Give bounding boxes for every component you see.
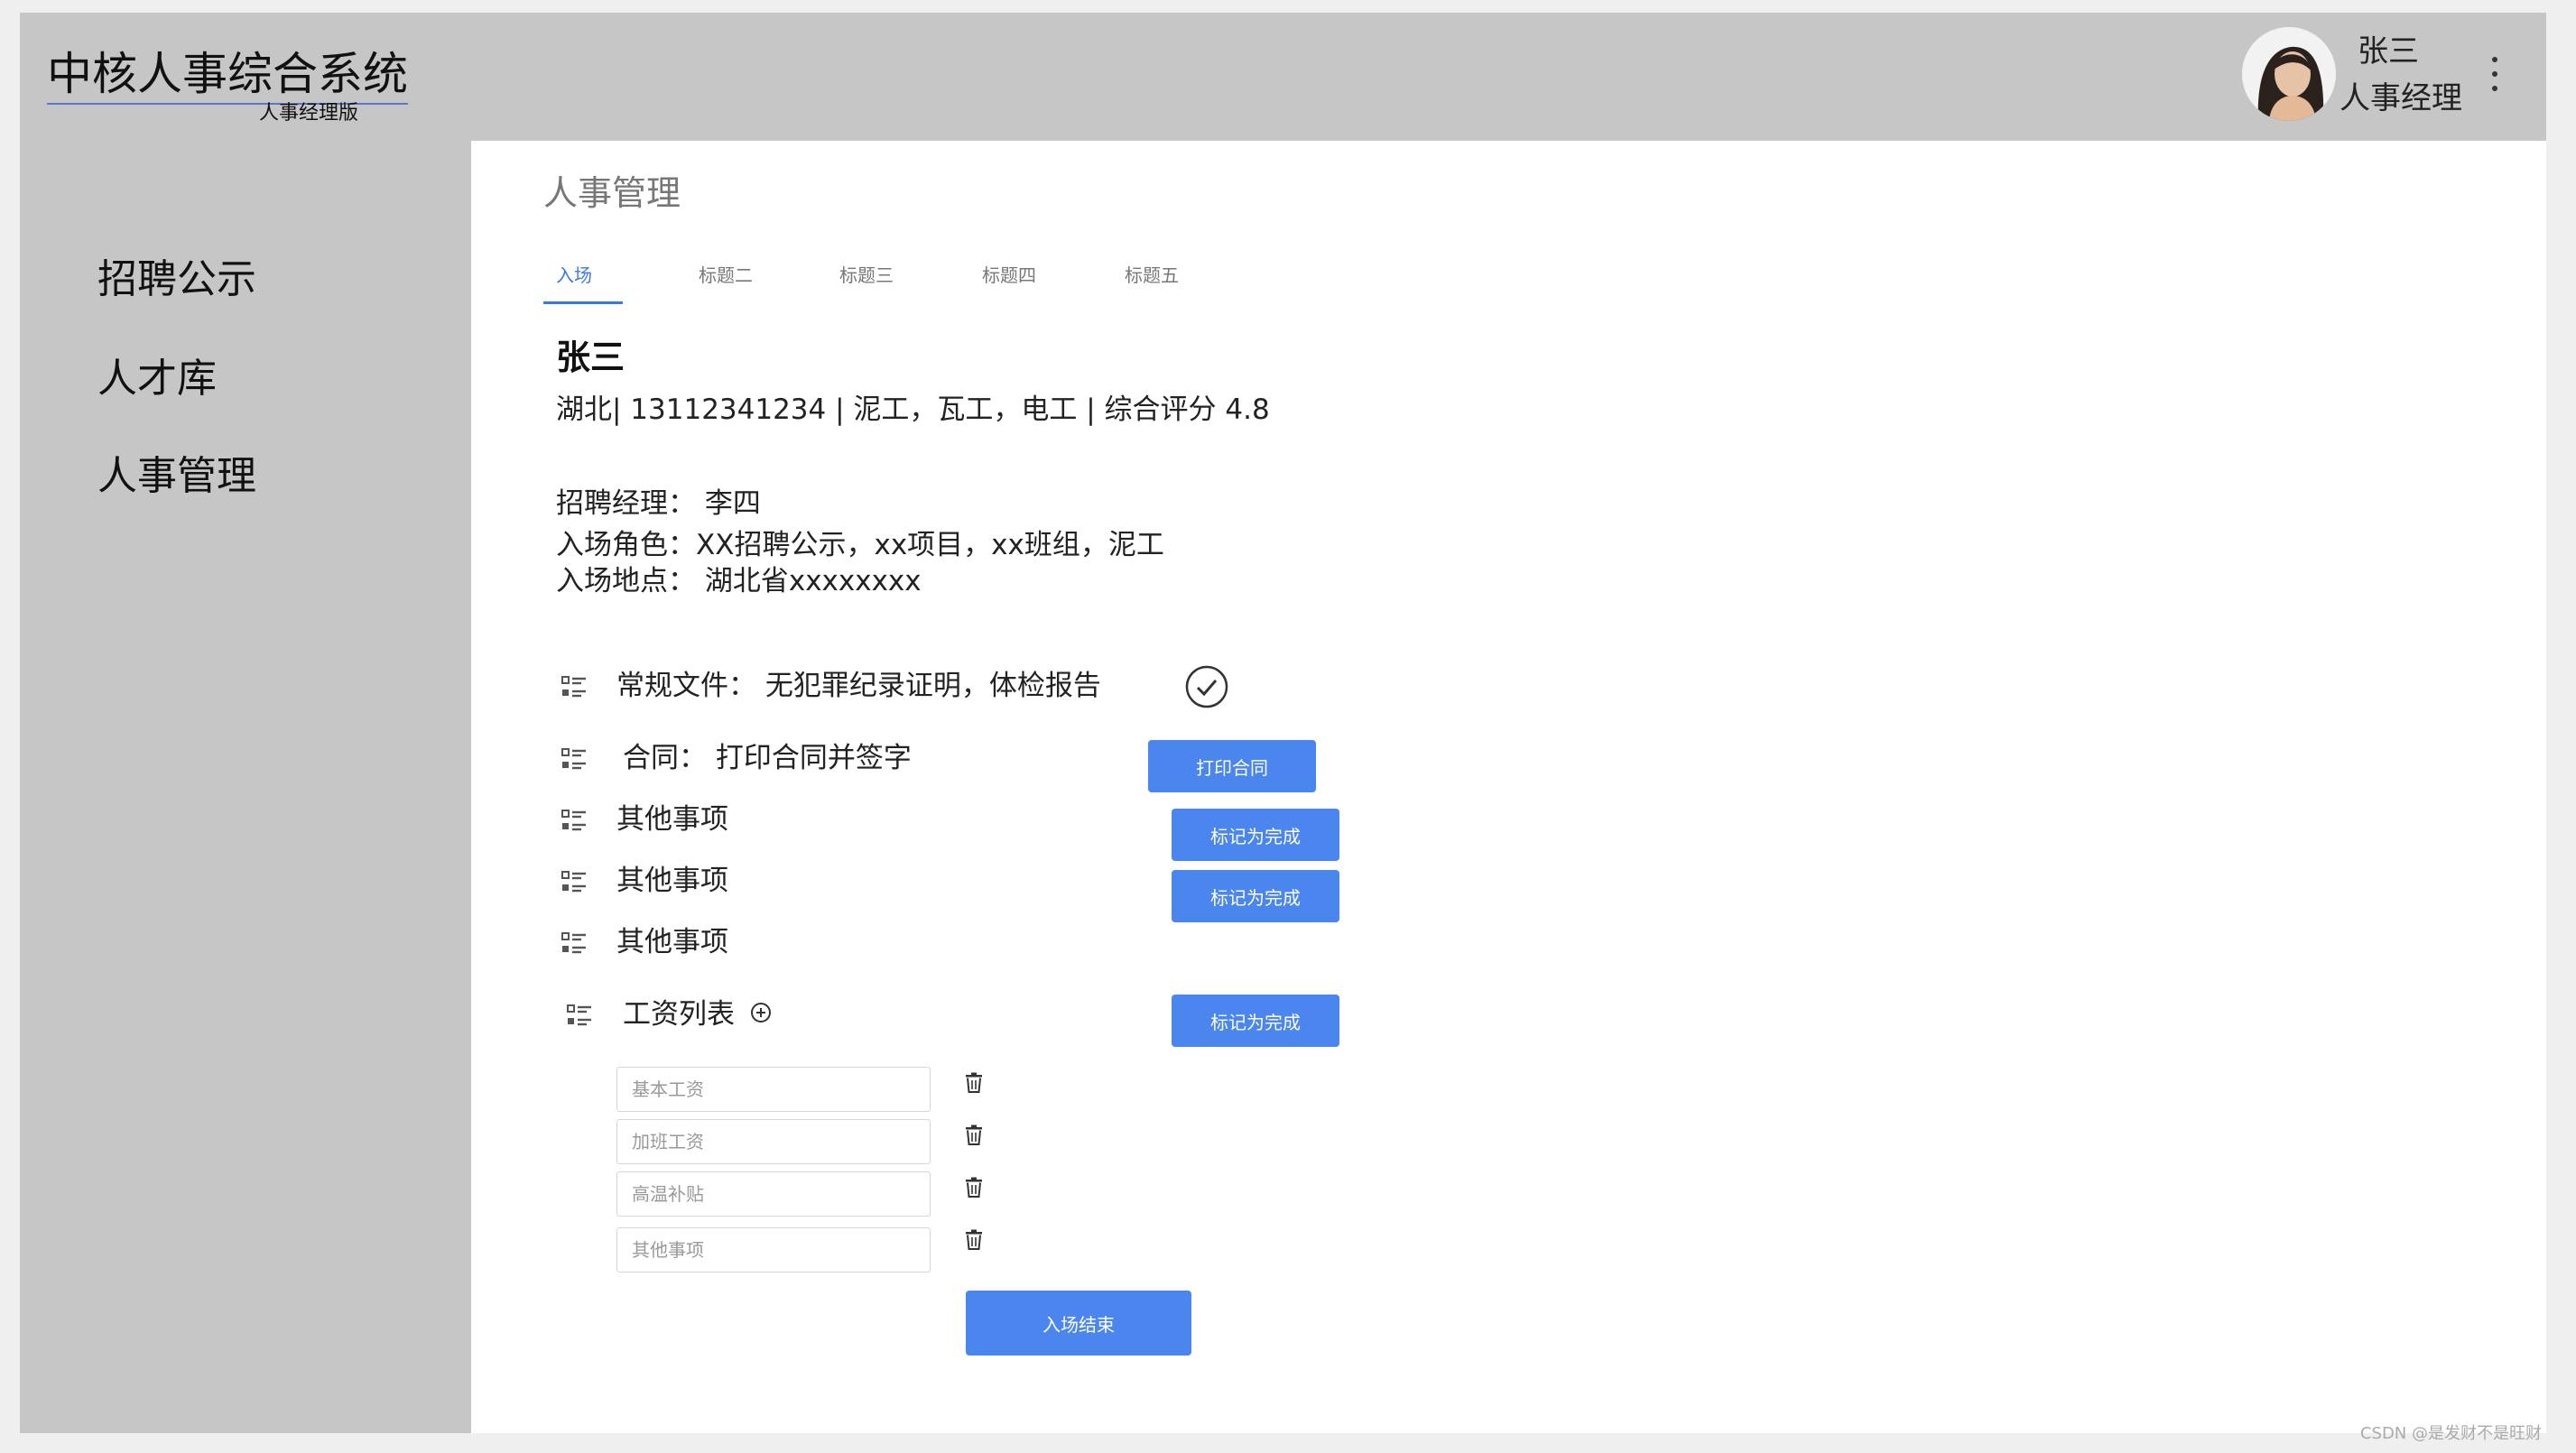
overtime-salary-input[interactable] xyxy=(616,1119,931,1164)
check-circle-icon xyxy=(1185,665,1228,708)
more-vert-icon[interactable] xyxy=(2488,54,2502,101)
other-items-input[interactable] xyxy=(616,1227,931,1273)
tab-title-5[interactable]: 标题五 xyxy=(1125,264,1179,287)
app-subtitle: 人事经理版 xyxy=(259,102,359,125)
person-summary: 湖北| 13112341234 | 泥工，瓦工，电工 | 综合评分 4.8 xyxy=(556,393,1270,426)
add-circle-icon[interactable] xyxy=(750,1002,772,1023)
finish-onboarding-button[interactable]: 入场结束 xyxy=(966,1291,1191,1356)
tab-active-indicator xyxy=(543,301,623,304)
mark-complete-button[interactable]: 标记为完成 xyxy=(1172,995,1339,1047)
tab-onboarding[interactable]: 入场 xyxy=(556,264,592,287)
main-content: 人事管理 入场 标题二 标题三 标题四 标题五 张三 湖北| 131123412… xyxy=(471,141,2546,1433)
tab-title-2[interactable]: 标题二 xyxy=(699,264,753,287)
checklist-icon xyxy=(561,748,586,770)
mark-complete-button[interactable]: 标记为完成 xyxy=(1172,809,1339,861)
tab-title-3[interactable]: 标题三 xyxy=(839,264,894,287)
task-label: 常规文件： 无犯罪纪录证明，体检报告 xyxy=(616,670,1101,702)
basic-salary-input[interactable] xyxy=(616,1067,931,1112)
avatar[interactable] xyxy=(2242,27,2336,121)
checklist-icon xyxy=(561,676,586,698)
task-label: 其他事项 xyxy=(616,926,728,958)
page-title: 人事管理 xyxy=(543,173,681,213)
sidebar-item-talent-pool[interactable]: 人才库 xyxy=(97,354,217,404)
watermark: CSDN @是发财不是旺财 xyxy=(2359,1424,2542,1443)
user-name: 张三 xyxy=(2358,33,2419,69)
task-label: 其他事项 xyxy=(616,865,728,897)
avatar-image xyxy=(2242,27,2336,121)
app-title: 中核人事综合系统 xyxy=(47,45,408,105)
user-role: 人事经理 xyxy=(2340,80,2462,116)
trash-icon[interactable] xyxy=(965,1124,983,1146)
print-contract-button[interactable]: 打印合同 xyxy=(1148,740,1316,792)
checklist-icon xyxy=(561,810,586,831)
heat-allowance-input[interactable] xyxy=(616,1171,931,1217)
sidebar: 招聘公示 人才库 人事管理 xyxy=(20,141,471,1433)
trash-icon[interactable] xyxy=(965,1072,983,1094)
trash-icon[interactable] xyxy=(965,1229,983,1251)
top-header: 中核人事综合系统 人事经理版 张三 人事经理 xyxy=(20,13,2546,141)
trash-icon[interactable] xyxy=(965,1177,983,1198)
sidebar-item-hr-management[interactable]: 人事管理 xyxy=(97,451,256,502)
checklist-icon xyxy=(561,932,586,954)
salary-list-title: 工资列表 xyxy=(623,998,735,1031)
sidebar-item-recruitment[interactable]: 招聘公示 xyxy=(97,255,256,305)
mark-complete-button[interactable]: 标记为完成 xyxy=(1172,870,1339,922)
person-name: 张三 xyxy=(556,338,625,377)
app-window: 中核人事综合系统 人事经理版 张三 人事经理 招聘公示 人才库 人事管理 人事管… xyxy=(20,13,2546,1433)
recruiting-manager: 招聘经理： 李四 xyxy=(556,487,761,520)
onboarding-location: 入场地点： 湖北省xxxxxxxx xyxy=(556,565,922,597)
onboarding-role: 入场角色：XX招聘公示，xx项目，xx班组，泥工 xyxy=(556,529,1164,561)
task-label: 其他事项 xyxy=(616,803,728,836)
tab-title-4[interactable]: 标题四 xyxy=(982,264,1036,287)
checklist-icon xyxy=(561,871,586,893)
task-label: 合同： 打印合同并签字 xyxy=(623,742,912,774)
checklist-icon xyxy=(567,1004,591,1026)
